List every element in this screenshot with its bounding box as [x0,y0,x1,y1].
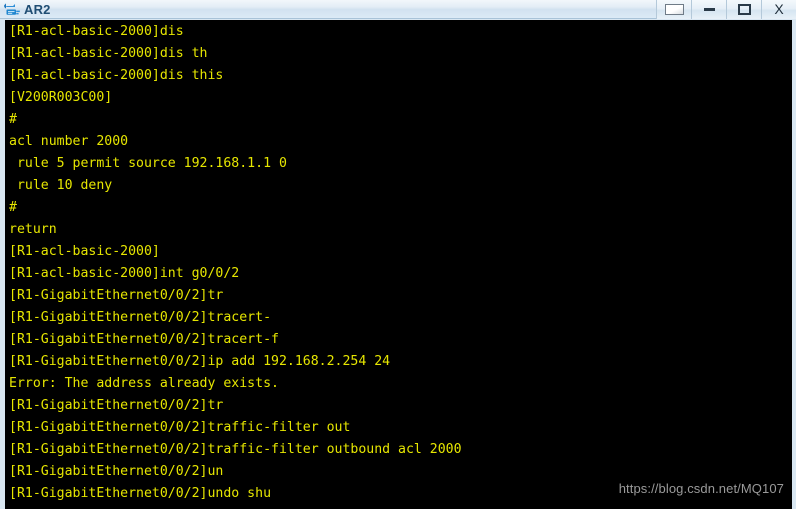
terminal-line: return [9,222,57,237]
terminal-line: [R1-GigabitEthernet0/0/2]traffic-filter … [9,442,462,457]
maximize-button[interactable] [726,0,761,19]
restore-icon [664,3,684,15]
emulator-window: AR2 X [R1-acl-basic-2000]dis [R1-acl-bas… [0,0,796,509]
terminal-line: [R1-GigabitEthernet0/0/2]tr [9,398,224,413]
terminal-line: [R1-GigabitEthernet0/0/2]traffic-filter … [9,420,351,435]
terminal-line: [R1-acl-basic-2000]dis [9,24,184,39]
terminal-line: acl number 2000 [9,134,129,149]
terminal-line: [V200R003C00] [9,90,113,105]
restore-down-button[interactable] [656,0,691,19]
terminal-line: Error: The address already exists. [9,376,279,391]
terminal-line: [R1-GigabitEthernet0/0/2]tracert-f [9,332,279,347]
router-icon [4,2,20,15]
minimize-button[interactable] [691,0,726,19]
terminal-line: # [9,200,17,215]
terminal-line: rule 5 permit source 192.168.1.1 0 [9,156,287,171]
terminal-console[interactable]: [R1-acl-basic-2000]dis [R1-acl-basic-200… [5,20,792,509]
window-titlebar: AR2 X [0,0,796,19]
terminal-line: # [9,112,17,127]
window-title: AR2 [24,1,51,17]
terminal-frame: [R1-acl-basic-2000]dis [R1-acl-basic-200… [0,19,796,509]
terminal-line: [R1-acl-basic-2000]int g0/0/2 [9,266,240,281]
minimize-icon [703,7,715,11]
terminal-line: [R1-GigabitEthernet0/0/2]undo shutdown [9,505,792,509]
terminal-line: [R1-GigabitEthernet0/0/2]un [9,464,224,479]
terminal-line: [R1-acl-basic-2000]dis this [9,68,224,83]
maximize-icon [737,3,751,15]
watermark-text: https://blog.csdn.net/MQ107 [618,481,784,496]
terminal-line: [R1-GigabitEthernet0/0/2]tracert- [9,310,272,325]
terminal-line: [R1-GigabitEthernet0/0/2]tr [9,288,224,303]
terminal-line: [R1-GigabitEthernet0/0/2]ip add 192.168.… [9,354,391,369]
close-button[interactable]: X [761,0,796,19]
terminal-line: rule 10 deny [9,178,113,193]
close-icon: X [774,1,784,17]
terminal-line: [R1-acl-basic-2000]dis th [9,46,208,61]
terminal-line: [R1-acl-basic-2000] [9,244,160,259]
window-controls: X [656,0,796,19]
